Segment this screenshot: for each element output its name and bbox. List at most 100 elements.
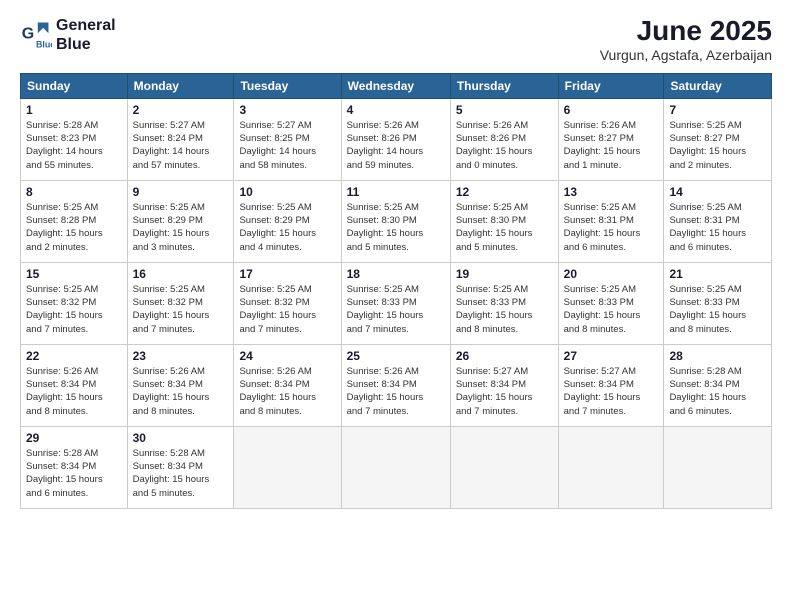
calendar-cell: 18 Sunrise: 5:25 AMSunset: 8:33 PMDayligh… [341,262,450,344]
title-block: June 2025 Vurgun, Agstafa, Azerbaijan [600,16,772,63]
day-info: Sunrise: 5:28 AMSunset: 8:34 PMDaylight:… [669,365,766,418]
logo-text: General Blue [56,16,116,54]
day-number: 5 [456,103,553,117]
day-info: Sunrise: 5:26 AMSunset: 8:34 PMDaylight:… [239,365,335,418]
calendar-cell: 21Sunrise: 5:25 AMSunset: 8:33 PMDayligh… [664,262,772,344]
calendar-cell [558,426,664,508]
calendar-cell: 29 Sunrise: 5:28 AMSunset: 8:34 PMDayligh… [21,426,128,508]
calendar-cell: 13Sunrise: 5:25 AMSunset: 8:31 PMDayligh… [558,180,664,262]
day-number: 29 [26,431,122,445]
day-info: Sunrise: 5:28 AMSunset: 8:34 PMDaylight:… [133,447,229,500]
day-info: Sunrise: 5:26 AMSunset: 8:27 PMDaylight:… [564,119,659,172]
day-number: 1 [26,103,122,117]
calendar-cell: 10Sunrise: 5:25 AMSunset: 8:29 PMDayligh… [234,180,341,262]
calendar-cell: 27 Sunrise: 5:27 AMSunset: 8:34 PMDayligh… [558,344,664,426]
header-tuesday: Tuesday [234,73,341,98]
day-number: 4 [347,103,445,117]
logo-line2: Blue [56,35,116,54]
day-number: 25 [347,349,445,363]
header-thursday: Thursday [450,73,558,98]
week-row-2: 8 Sunrise: 5:25 AMSunset: 8:28 PMDaylight… [21,180,772,262]
calendar-cell: 7 Sunrise: 5:25 AMSunset: 8:27 PMDaylight… [664,98,772,180]
day-number: 2 [133,103,229,117]
week-row-3: 15 Sunrise: 5:25 AMSunset: 8:32 PMDayligh… [21,262,772,344]
day-info: Sunrise: 5:28 AMSunset: 8:34 PMDaylight:… [26,447,122,500]
calendar-cell: 28Sunrise: 5:28 AMSunset: 8:34 PMDayligh… [664,344,772,426]
week-row-1: 1 Sunrise: 5:28 AMSunset: 8:23 PMDaylight… [21,98,772,180]
calendar-cell [341,426,450,508]
day-number: 6 [564,103,659,117]
day-number: 26 [456,349,553,363]
header-monday: Monday [127,73,234,98]
day-info: Sunrise: 5:25 AMSunset: 8:32 PMDaylight:… [133,283,229,336]
day-info: Sunrise: 5:26 AMSunset: 8:26 PMDaylight:… [347,119,445,172]
day-info: Sunrise: 5:28 AMSunset: 8:23 PMDaylight:… [26,119,122,172]
day-info: Sunrise: 5:27 AMSunset: 8:34 PMDaylight:… [564,365,659,418]
day-info: Sunrise: 5:26 AMSunset: 8:34 PMDaylight:… [347,365,445,418]
weekday-header-row: Sunday Monday Tuesday Wednesday Thursday… [21,73,772,98]
day-info: Sunrise: 5:26 AMSunset: 8:34 PMDaylight:… [26,365,122,418]
header-wednesday: Wednesday [341,73,450,98]
header-friday: Friday [558,73,664,98]
day-number: 27 [564,349,659,363]
day-number: 19 [456,267,553,281]
day-info: Sunrise: 5:25 AMSunset: 8:33 PMDaylight:… [564,283,659,336]
day-number: 23 [133,349,229,363]
calendar-cell: 8 Sunrise: 5:25 AMSunset: 8:28 PMDaylight… [21,180,128,262]
day-info: Sunrise: 5:27 AMSunset: 8:34 PMDaylight:… [456,365,553,418]
day-number: 24 [239,349,335,363]
day-number: 15 [26,267,122,281]
day-number: 9 [133,185,229,199]
calendar-cell: 16 Sunrise: 5:25 AMSunset: 8:32 PMDayligh… [127,262,234,344]
day-number: 8 [26,185,122,199]
calendar-cell: 11Sunrise: 5:25 AMSunset: 8:30 PMDayligh… [341,180,450,262]
logo-icon: G Blue [20,19,52,51]
day-info: Sunrise: 5:25 AMSunset: 8:30 PMDaylight:… [347,201,445,254]
day-info: Sunrise: 5:25 AMSunset: 8:33 PMDaylight:… [669,283,766,336]
day-info: Sunrise: 5:25 AMSunset: 8:28 PMDaylight:… [26,201,122,254]
day-info: Sunrise: 5:25 AMSunset: 8:27 PMDaylight:… [669,119,766,172]
calendar-cell: 6 Sunrise: 5:26 AMSunset: 8:27 PMDaylight… [558,98,664,180]
day-info: Sunrise: 5:27 AMSunset: 8:25 PMDaylight:… [239,119,335,172]
day-number: 7 [669,103,766,117]
calendar-cell: 1 Sunrise: 5:28 AMSunset: 8:23 PMDaylight… [21,98,128,180]
calendar-cell: 14 Sunrise: 5:25 AMSunset: 8:31 PMDayligh… [664,180,772,262]
logo-line1: General [56,16,116,35]
calendar-cell: 2Sunrise: 5:27 AMSunset: 8:24 PMDaylight… [127,98,234,180]
day-number: 14 [669,185,766,199]
calendar-cell [450,426,558,508]
calendar-cell: 22 Sunrise: 5:26 AMSunset: 8:34 PMDayligh… [21,344,128,426]
calendar-title: June 2025 [600,16,772,47]
day-info: Sunrise: 5:25 AMSunset: 8:31 PMDaylight:… [669,201,766,254]
day-number: 12 [456,185,553,199]
logo: G Blue General Blue [20,16,116,54]
day-number: 10 [239,185,335,199]
day-info: Sunrise: 5:25 AMSunset: 8:32 PMDaylight:… [239,283,335,336]
day-number: 16 [133,267,229,281]
header-sunday: Sunday [21,73,128,98]
day-number: 22 [26,349,122,363]
day-info: Sunrise: 5:25 AMSunset: 8:33 PMDaylight:… [456,283,553,336]
calendar-cell: 24 Sunrise: 5:26 AMSunset: 8:34 PMDayligh… [234,344,341,426]
day-info: Sunrise: 5:25 AMSunset: 8:33 PMDaylight:… [347,283,445,336]
calendar-cell: 17 Sunrise: 5:25 AMSunset: 8:32 PMDayligh… [234,262,341,344]
day-number: 17 [239,267,335,281]
day-info: Sunrise: 5:25 AMSunset: 8:31 PMDaylight:… [564,201,659,254]
day-number: 20 [564,267,659,281]
calendar-subtitle: Vurgun, Agstafa, Azerbaijan [600,47,772,63]
day-info: Sunrise: 5:26 AMSunset: 8:26 PMDaylight:… [456,119,553,172]
calendar-cell [664,426,772,508]
calendar-cell: 4 Sunrise: 5:26 AMSunset: 8:26 PMDaylight… [341,98,450,180]
calendar-cell: 25 Sunrise: 5:26 AMSunset: 8:34 PMDayligh… [341,344,450,426]
day-info: Sunrise: 5:25 AMSunset: 8:30 PMDaylight:… [456,201,553,254]
day-info: Sunrise: 5:26 AMSunset: 8:34 PMDaylight:… [133,365,229,418]
calendar-table: Sunday Monday Tuesday Wednesday Thursday… [20,73,772,509]
day-number: 30 [133,431,229,445]
week-row-5: 29 Sunrise: 5:28 AMSunset: 8:34 PMDayligh… [21,426,772,508]
week-row-4: 22 Sunrise: 5:26 AMSunset: 8:34 PMDayligh… [21,344,772,426]
day-number: 18 [347,267,445,281]
calendar-cell: 26 Sunrise: 5:27 AMSunset: 8:34 PMDayligh… [450,344,558,426]
page: G Blue General Blue June 2025 Vurgun, Ag… [0,0,792,612]
header-saturday: Saturday [664,73,772,98]
calendar-cell: 5 Sunrise: 5:26 AMSunset: 8:26 PMDaylight… [450,98,558,180]
